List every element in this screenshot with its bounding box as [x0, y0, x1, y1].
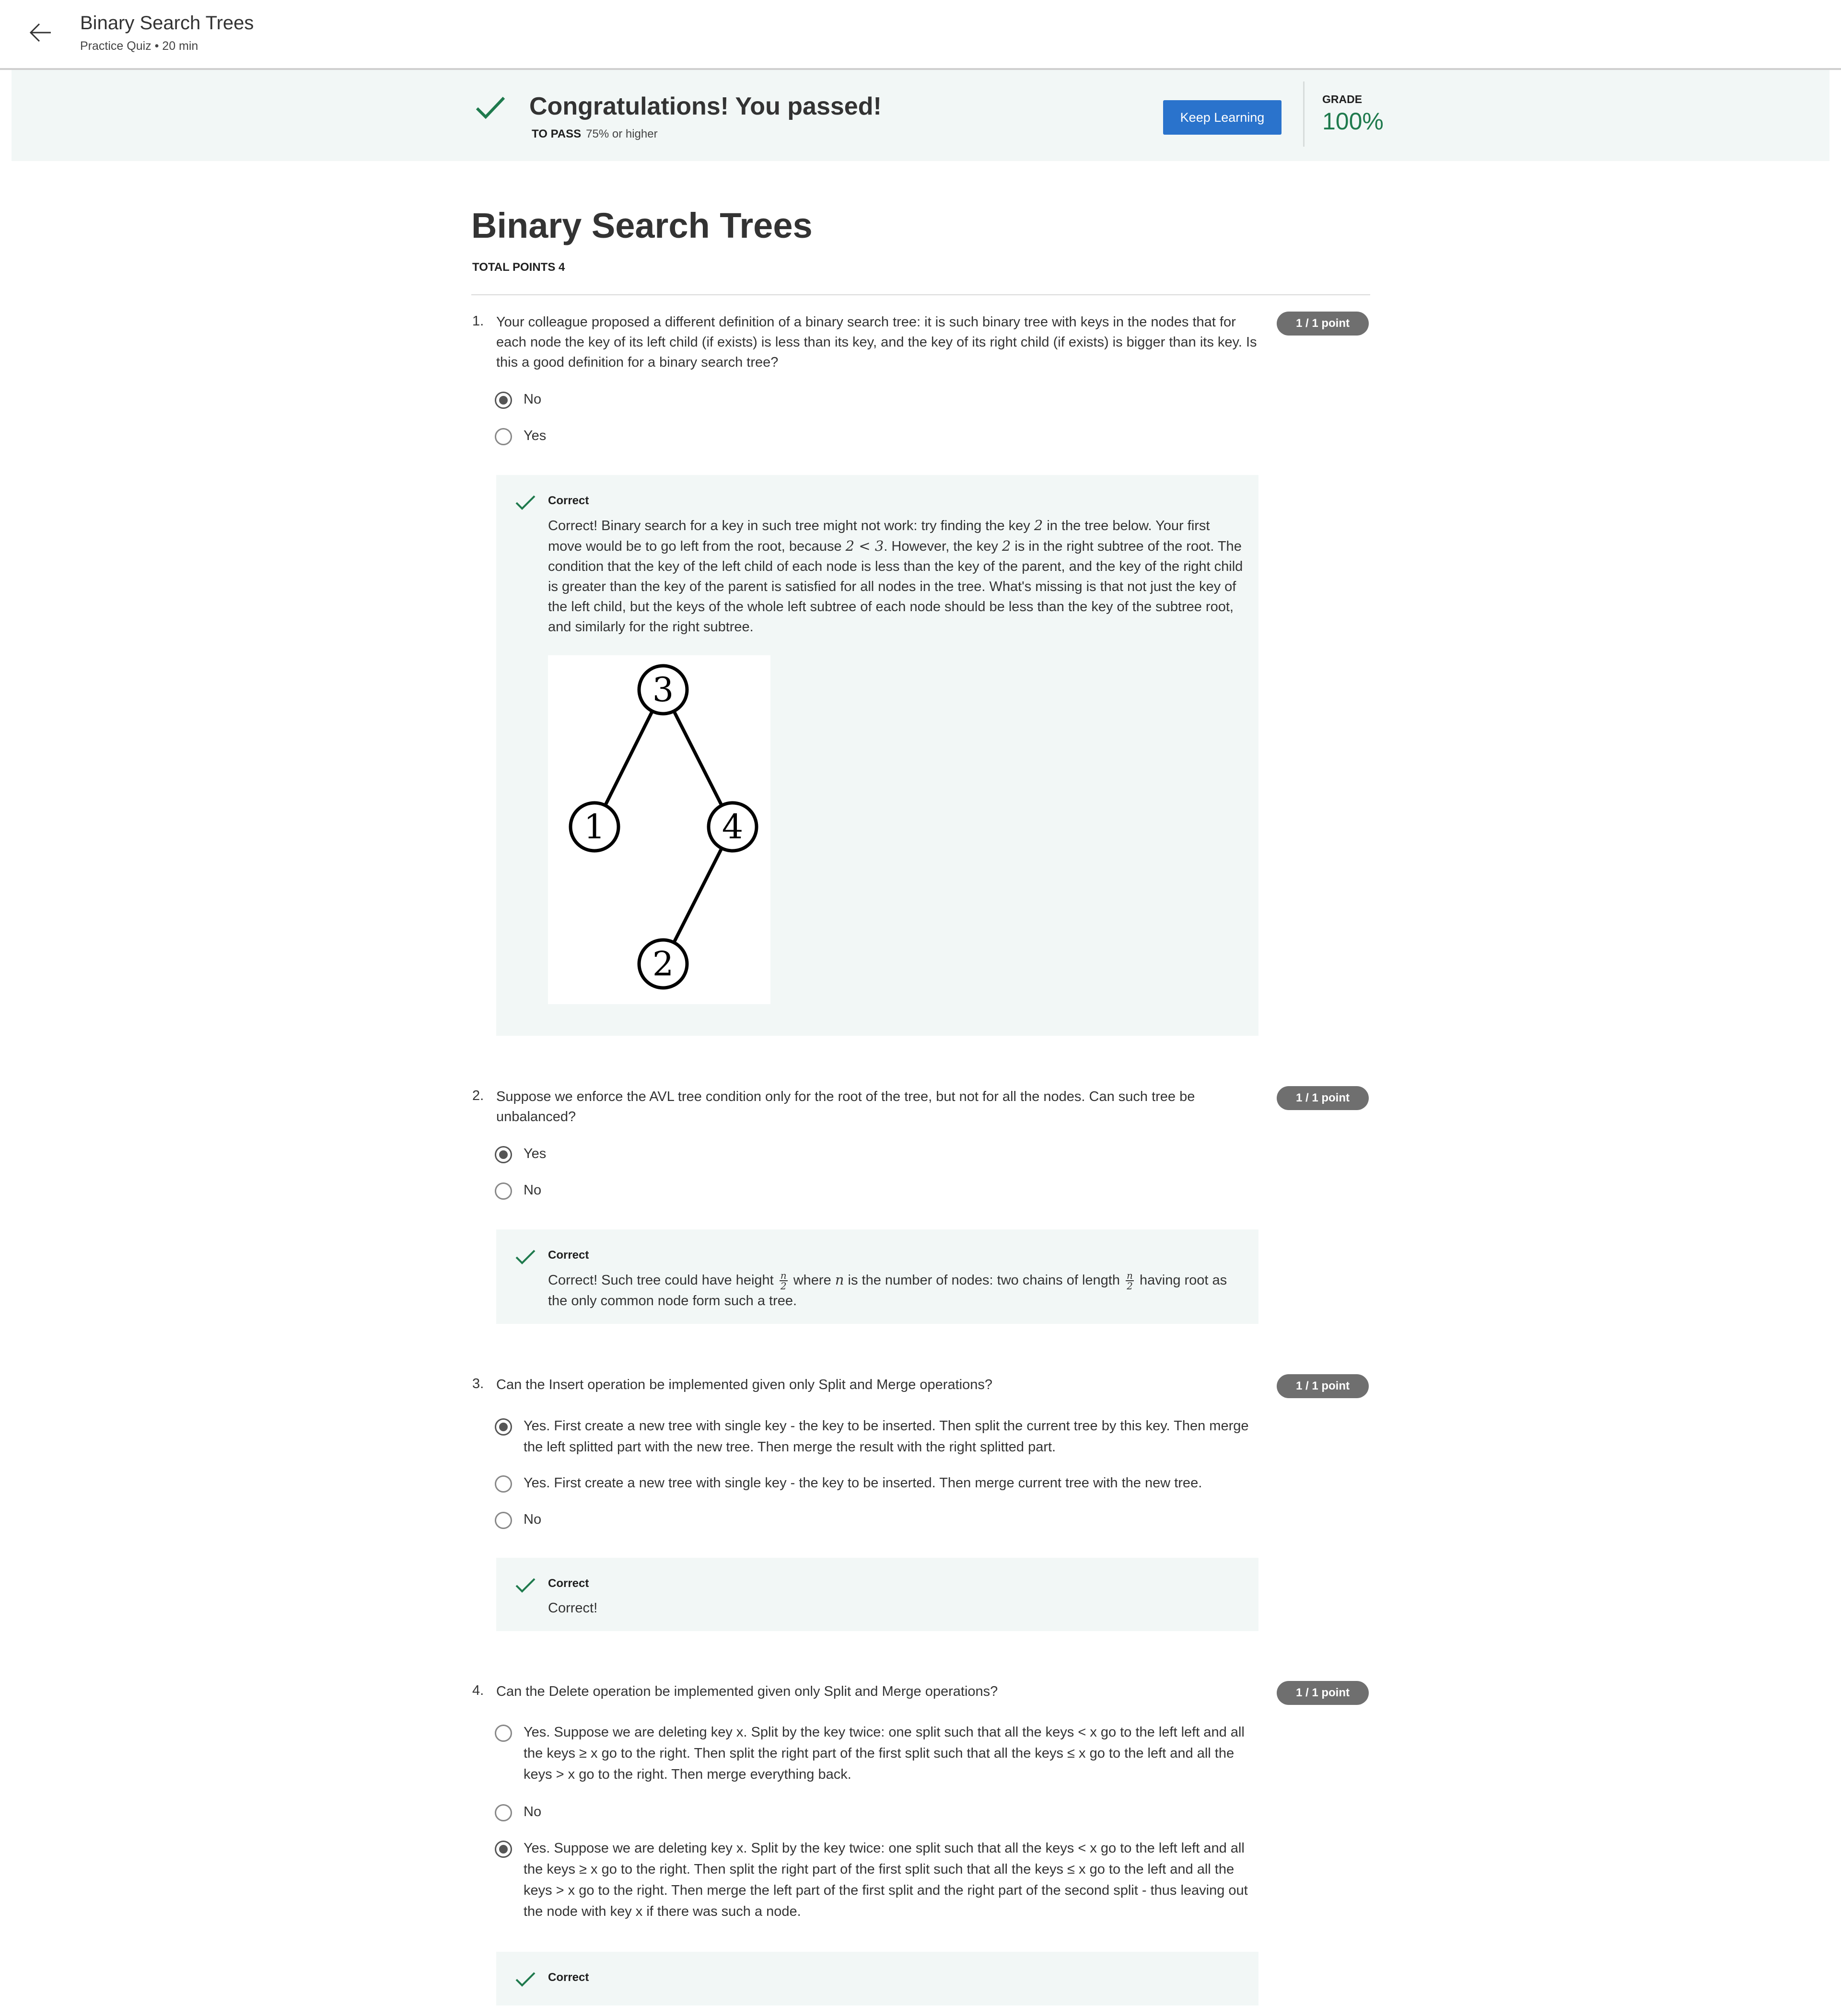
- banner-divider: [1303, 81, 1305, 147]
- option-label: Yes: [524, 428, 547, 443]
- svg-text:3: 3: [653, 670, 674, 709]
- option-label: No: [524, 1804, 542, 1819]
- feedback-label: Correct: [548, 1971, 589, 1984]
- total-points: TOTAL POINTS 4: [472, 261, 565, 274]
- feedback-box: Correct Correct! Binary search for a key…: [496, 475, 1258, 1036]
- feedback-label: Correct: [548, 1577, 589, 1590]
- question-number: 1.: [472, 313, 484, 329]
- check-icon: [514, 1576, 536, 1595]
- svg-text:4: 4: [722, 807, 744, 846]
- radio-button[interactable]: [495, 1804, 512, 1821]
- keep-learning-button[interactable]: Keep Learning: [1163, 100, 1282, 135]
- radio-button[interactable]: [495, 1475, 512, 1493]
- answer-option[interactable]: No: [495, 1511, 1257, 1530]
- feedback-label: Correct: [548, 494, 589, 507]
- check-icon: [514, 493, 536, 512]
- answer-option[interactable]: Yes. First create a new tree with single…: [495, 1417, 1257, 1458]
- feedback-text: Correct! Binary search for a key in such…: [548, 517, 1243, 635]
- tree-node: 2: [637, 938, 689, 990]
- points-badge: 1 / 1 point: [1277, 312, 1369, 336]
- to-pass-value: 75% or higher: [586, 127, 658, 140]
- option-label: Yes. Suppose we are deleting key x. Spli…: [524, 1841, 1248, 1919]
- radio-button-selected[interactable]: [495, 1146, 512, 1163]
- option-label: Yes. First create a new tree with single…: [524, 1418, 1249, 1455]
- option-label: No: [524, 1182, 542, 1198]
- to-pass-label: TO PASS: [532, 127, 582, 140]
- page-header-subtitle: Practice Quiz • 20 min: [80, 39, 198, 53]
- points-badge: 1 / 1 point: [1277, 1086, 1369, 1110]
- tree-node: 1: [569, 801, 620, 853]
- tree-diagram: 3 1 4 2: [548, 655, 770, 1004]
- grade-value: 100%: [1322, 108, 1384, 135]
- grade-label: GRADE: [1322, 93, 1363, 105]
- option-label: Yes: [524, 1146, 547, 1161]
- question-number: 3.: [472, 1376, 484, 1391]
- feedback-label: Correct: [548, 1249, 589, 1262]
- radio-button[interactable]: [495, 1512, 512, 1529]
- question-text: Can the Delete operation be implemented …: [496, 1684, 998, 1699]
- question-text: Can the Insert operation be implemented …: [496, 1377, 992, 1392]
- option-label: No: [524, 1512, 542, 1527]
- radio-button[interactable]: [495, 1182, 512, 1200]
- option-label: Yes. First create a new tree with single…: [524, 1475, 1202, 1491]
- points-badge: 1 / 1 point: [1277, 1681, 1369, 1705]
- radio-button-selected[interactable]: [495, 392, 512, 409]
- radio-button-selected[interactable]: [495, 1841, 512, 1858]
- radio-button[interactable]: [495, 428, 512, 445]
- pass-message: Congratulations! You passed!: [529, 93, 882, 120]
- to-pass-requirement: TO PASS 75% or higher: [532, 127, 658, 141]
- back-arrow-icon[interactable]: [27, 19, 54, 46]
- answer-option[interactable]: Yes: [495, 1145, 1257, 1164]
- check-icon: [514, 1248, 536, 1267]
- divider: [471, 294, 1370, 295]
- svg-text:1: 1: [584, 807, 606, 846]
- answer-option[interactable]: Yes: [495, 427, 1257, 446]
- question-number: 2.: [472, 1088, 484, 1103]
- top-bar: Binary Search Trees Practice Quiz • 20 m…: [0, 0, 1841, 70]
- answer-option[interactable]: No: [495, 1182, 1257, 1201]
- question-text: Suppose we enforce the AVL tree conditio…: [496, 1089, 1195, 1124]
- result-banner: Congratulations! You passed! TO PASS 75% …: [12, 70, 1829, 161]
- answer-option[interactable]: Yes. First create a new tree with single…: [495, 1474, 1257, 1494]
- radio-button-selected[interactable]: [495, 1418, 512, 1436]
- option-label: No: [524, 392, 542, 407]
- svg-text:2: 2: [653, 944, 674, 984]
- tree-node: 4: [707, 801, 758, 853]
- page-header-title: Binary Search Trees: [80, 12, 254, 34]
- check-icon: [474, 94, 508, 123]
- tree-node: 3: [637, 664, 689, 716]
- check-icon: [514, 1970, 536, 1989]
- question-number: 4.: [472, 1683, 484, 1698]
- option-label: Yes. Suppose we are deleting key x. Spli…: [524, 1725, 1245, 1782]
- question-text: Your colleague proposed a different defi…: [496, 314, 1257, 370]
- answer-option[interactable]: Yes. Suppose we are deleting key x. Spli…: [495, 1724, 1257, 1785]
- feedback-text: Correct! Such tree could have height n2 …: [548, 1270, 1227, 1309]
- feedback-box: Correct Correct!: [496, 1558, 1258, 1631]
- quiz-title: Binary Search Trees: [471, 206, 813, 245]
- answer-option[interactable]: Yes. Suppose we are deleting key x. Spli…: [495, 1840, 1257, 1922]
- feedback-box: Correct Correct! Such tree could have he…: [496, 1229, 1258, 1324]
- answer-option[interactable]: No: [495, 1803, 1257, 1822]
- feedback-text: Correct!: [548, 1600, 598, 1616]
- radio-button[interactable]: [495, 1725, 512, 1742]
- feedback-box: Correct: [496, 1952, 1258, 2005]
- points-badge: 1 / 1 point: [1277, 1374, 1369, 1398]
- answer-option[interactable]: No: [495, 391, 1257, 410]
